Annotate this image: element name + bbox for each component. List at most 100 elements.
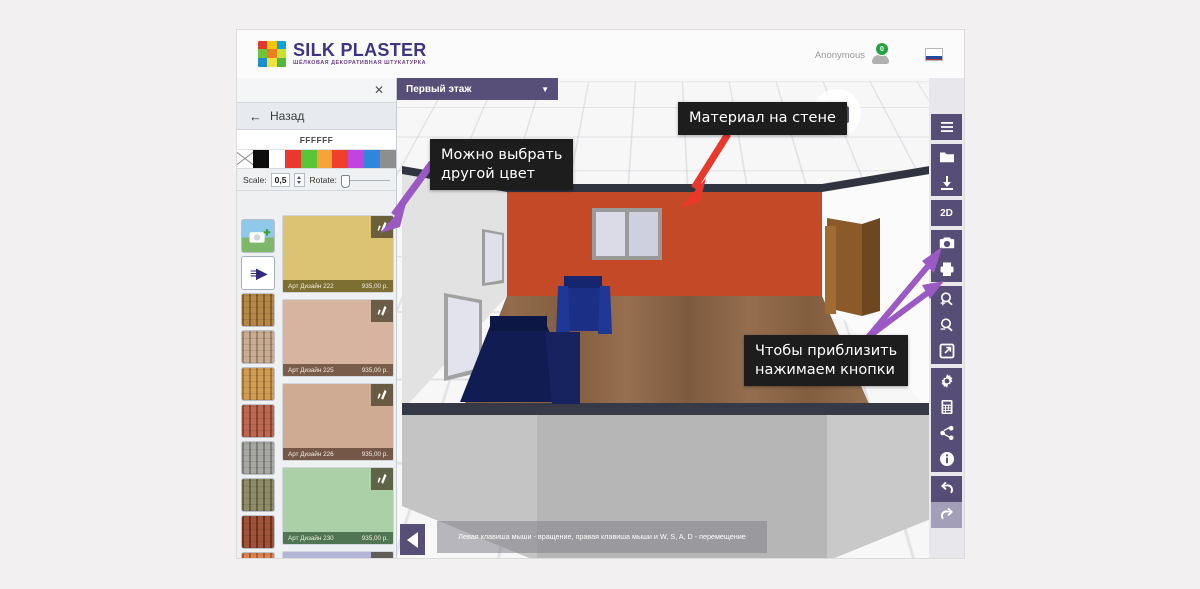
info-italic-icon bbox=[375, 556, 389, 558]
material-name: Арт Дизайн 222 bbox=[288, 283, 334, 290]
material-thumbnail bbox=[283, 468, 393, 532]
material-info-icon[interactable] bbox=[371, 468, 393, 490]
material-name: Арт Дизайн 225 bbox=[288, 367, 334, 374]
brand-logo[interactable]: SILK PLASTER ШЁЛКОВАЯ ДЕКОРАТИВНАЯ ШТУКА… bbox=[258, 41, 427, 67]
scale-stepper[interactable] bbox=[294, 173, 305, 187]
back-label: Назад bbox=[270, 109, 304, 123]
arrow-wall-annotation bbox=[660, 130, 740, 220]
collapse-arrow-icon bbox=[407, 532, 418, 548]
menu-button[interactable] bbox=[931, 114, 962, 140]
hex-color-value[interactable]: FFFFFF bbox=[237, 130, 396, 150]
material-thumbnail bbox=[283, 384, 393, 448]
material-card[interactable]: Арт Дизайн 226 935,00 р. bbox=[282, 383, 394, 461]
material-price: 935,00 р. bbox=[362, 535, 388, 542]
callout-color: Можно выбрать другой цвет bbox=[430, 139, 573, 190]
material-info-icon[interactable] bbox=[371, 384, 393, 406]
texture-category-orange-fabric[interactable] bbox=[241, 552, 275, 558]
undo-icon bbox=[939, 481, 955, 497]
open-project-button[interactable] bbox=[931, 144, 962, 170]
avatar-body-icon bbox=[872, 55, 889, 64]
chevron-down-icon: ▼ bbox=[541, 85, 549, 94]
texture-category-ornament-tile[interactable] bbox=[241, 478, 275, 512]
material-meta: Арт Дизайн 226 935,00 р. bbox=[283, 448, 393, 460]
collapse-panel-button[interactable] bbox=[400, 524, 425, 555]
texture-category-parquet-pattern[interactable] bbox=[241, 367, 275, 401]
texture-category-silk-plaster-logo[interactable]: ≡▶ bbox=[241, 256, 275, 290]
download-button[interactable] bbox=[931, 170, 962, 196]
material-meta: Арт Дизайн 225 935,00 р. bbox=[283, 364, 393, 376]
status-badge: 0 bbox=[875, 42, 889, 56]
close-icon: ✕ bbox=[374, 83, 384, 97]
rotate-label: Rotate: bbox=[309, 175, 336, 185]
slider-knob[interactable] bbox=[341, 175, 350, 188]
color-swatch-none[interactable] bbox=[237, 150, 253, 168]
material-price: 935,00 р. bbox=[362, 367, 388, 374]
material-card[interactable]: Арт Дизайн 233935,00 р. bbox=[282, 551, 394, 558]
texture-category-wood-planks[interactable] bbox=[241, 293, 275, 327]
callout-zoom-line1: Чтобы приблизить bbox=[755, 342, 897, 361]
callout-wall-line1: Материал на стене bbox=[689, 109, 836, 128]
view-2d-button[interactable]: 2D bbox=[931, 200, 962, 226]
color-swatch-magenta[interactable] bbox=[348, 150, 364, 168]
info-icon bbox=[939, 451, 955, 467]
material-card[interactable]: Арт Дизайн 225 935,00 р. bbox=[282, 299, 394, 377]
status-hint-bar: Левая клавиша мыши - вращение, правая кл… bbox=[437, 521, 767, 553]
avatar[interactable]: 0 bbox=[870, 44, 892, 66]
scale-input[interactable]: 0,5 bbox=[271, 173, 291, 187]
material-meta: Арт Дизайн 230 935,00 р. bbox=[283, 532, 393, 544]
share-icon bbox=[939, 425, 955, 441]
floor-selector[interactable]: Первый этаж ▼ bbox=[397, 78, 558, 100]
logo-mosaic-icon bbox=[258, 41, 286, 67]
material-name: Арт Дизайн 230 bbox=[288, 535, 334, 542]
color-swatch-orange[interactable] bbox=[317, 150, 333, 168]
callout-wall: Материал на стене bbox=[678, 102, 847, 135]
texture-category-dark-wood[interactable] bbox=[241, 515, 275, 549]
calculator-button[interactable] bbox=[931, 394, 962, 420]
material-list[interactable]: Арт Дизайн 222 935,00 р. Арт Дизайн 225 935… bbox=[282, 215, 394, 558]
undo-button[interactable] bbox=[931, 476, 962, 502]
callout-zoom: Чтобы приблизить нажимаем кнопки bbox=[744, 335, 908, 386]
material-name: Арт Дизайн 226 bbox=[288, 451, 334, 458]
color-swatch-white[interactable] bbox=[269, 150, 285, 168]
color-swatch-red-orange[interactable] bbox=[332, 150, 348, 168]
color-swatch-red[interactable] bbox=[285, 150, 301, 168]
texture-category-list[interactable]: ≡▶ bbox=[237, 215, 278, 558]
material-info-icon[interactable] bbox=[371, 552, 393, 558]
info-button[interactable] bbox=[931, 446, 962, 472]
share-button[interactable] bbox=[931, 420, 962, 446]
scale-label: Scale: bbox=[243, 175, 267, 185]
color-swatch-black[interactable] bbox=[253, 150, 269, 168]
callout-color-line1: Можно выбрать bbox=[441, 146, 562, 165]
top-bar: SILK PLASTER ШЁЛКОВАЯ ДЕКОРАТИВНАЯ ШТУКА… bbox=[237, 30, 964, 79]
material-thumbnail bbox=[283, 552, 393, 558]
material-card[interactable]: Арт Дизайн 230 935,00 р. bbox=[282, 467, 394, 545]
redo-icon bbox=[939, 507, 955, 523]
panel-close-button[interactable]: ✕ bbox=[237, 78, 396, 103]
redo-button[interactable] bbox=[931, 502, 962, 528]
material-price: 935,00 р. bbox=[362, 283, 388, 290]
folder-icon bbox=[939, 149, 955, 165]
language-flag-ru[interactable] bbox=[925, 48, 943, 61]
back-button[interactable]: ← Назад bbox=[237, 103, 396, 130]
download-icon bbox=[939, 175, 955, 191]
callout-zoom-line2: нажимаем кнопки bbox=[755, 361, 897, 380]
texture-category-add-photo[interactable] bbox=[241, 219, 275, 253]
calculator-icon bbox=[939, 399, 955, 415]
settings-button[interactable] bbox=[931, 368, 962, 394]
material-thumbnail bbox=[283, 300, 393, 364]
texture-category-brick[interactable] bbox=[241, 404, 275, 438]
user-name: Anonymous bbox=[815, 50, 865, 61]
color-swatch-green[interactable] bbox=[301, 150, 317, 168]
brand-subtitle: ШЁЛКОВАЯ ДЕКОРАТИВНАЯ ШТУКАТУРКА bbox=[293, 61, 427, 66]
info-italic-icon bbox=[375, 472, 389, 486]
texture-category-stone-pebbles[interactable] bbox=[241, 441, 275, 475]
texture-category-light-wood[interactable] bbox=[241, 330, 275, 364]
silk-plaster-mini-logo-icon: ≡▶ bbox=[242, 257, 274, 289]
material-meta: Арт Дизайн 222 935,00 р. bbox=[283, 280, 393, 292]
user-account[interactable]: Anonymous 0 bbox=[815, 44, 892, 66]
info-italic-icon bbox=[375, 304, 389, 318]
brand-title: SILK PLASTER bbox=[293, 41, 427, 59]
gear-icon bbox=[939, 373, 955, 389]
material-info-icon[interactable] bbox=[371, 300, 393, 322]
back-arrow-icon: ← bbox=[249, 109, 262, 124]
